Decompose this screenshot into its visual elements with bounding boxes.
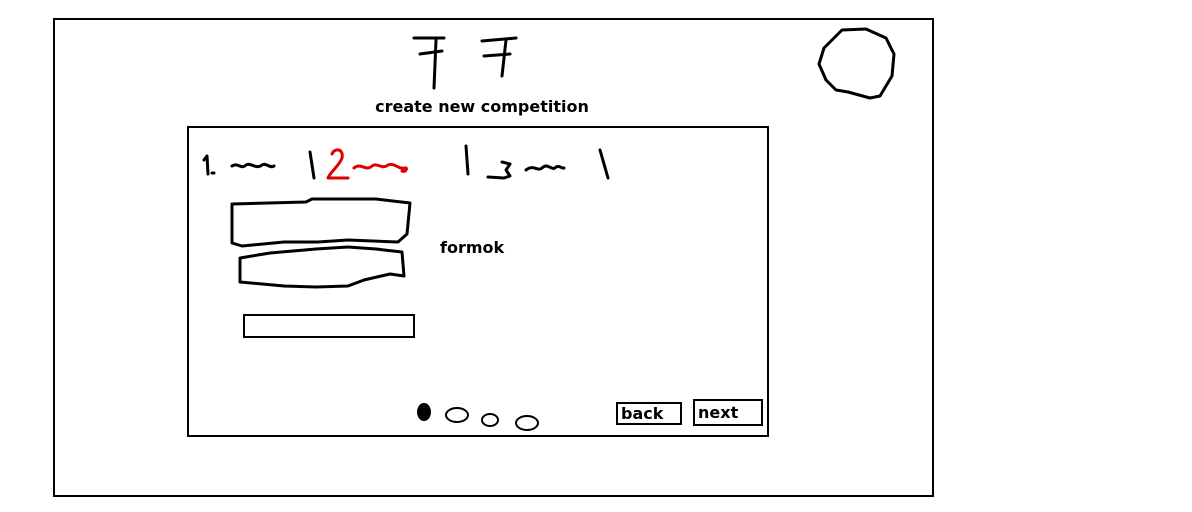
step-divider-2	[464, 144, 470, 176]
field-1	[230, 197, 412, 248]
step-1-label	[230, 162, 276, 169]
step-indicator	[202, 144, 610, 180]
text-input-field[interactable]	[243, 314, 415, 338]
pager-dot-3[interactable]	[481, 413, 499, 427]
user-avatar-icon[interactable]	[814, 26, 898, 102]
step-divider-1	[308, 150, 316, 180]
pager-dot-2[interactable]	[445, 407, 469, 423]
next-button[interactable]: next	[693, 399, 763, 426]
step-3-number	[486, 160, 512, 180]
field-2	[238, 245, 406, 289]
step-1-number	[202, 154, 216, 176]
form-label: formok	[440, 238, 505, 257]
page-title: create new competition	[375, 97, 589, 116]
pager-dot-1-active[interactable]	[417, 403, 431, 421]
step-2-active	[326, 148, 408, 180]
back-button[interactable]: back	[616, 402, 682, 425]
step-3-label	[524, 164, 566, 172]
pager-dots	[417, 403, 539, 431]
pager-dot-4[interactable]	[515, 415, 539, 431]
logo-icon	[412, 36, 518, 90]
form-fields	[230, 197, 412, 289]
step-divider-3	[598, 148, 610, 180]
